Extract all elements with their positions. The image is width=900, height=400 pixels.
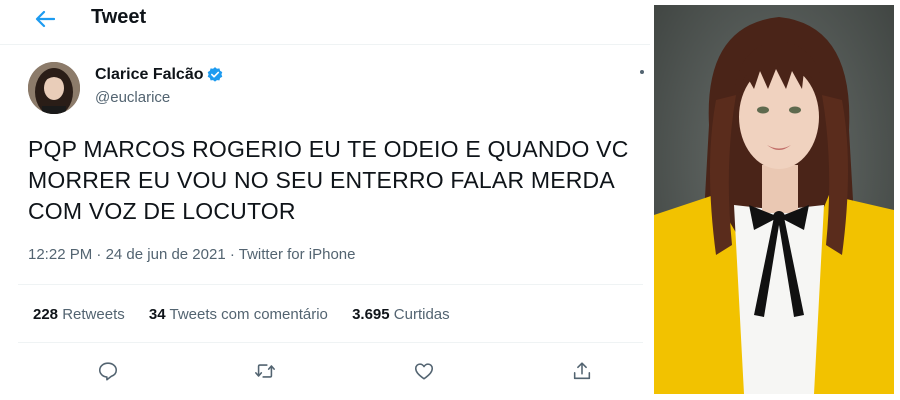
more-options-icon[interactable]	[640, 70, 644, 74]
meta-separator: ·	[229, 246, 235, 263]
like-button[interactable]	[409, 356, 439, 386]
page-title: Tweet	[91, 6, 147, 28]
tweet-stats: 228 Retweets 34 Tweets com comentário 3.…	[33, 306, 470, 323]
back-button[interactable]	[30, 6, 60, 32]
divider	[18, 342, 643, 343]
retweets-count: 228	[33, 306, 59, 323]
likes-count: 3.695	[352, 306, 390, 323]
avatar-image	[28, 62, 80, 114]
reply-button[interactable]	[93, 356, 123, 386]
tweet-text: PQP MARCOS ROGERIO EU TE ODEIO E QUANDO …	[28, 136, 629, 224]
like-icon	[414, 363, 434, 380]
tweet-header: Tweet	[0, 0, 650, 45]
quotes-stat[interactable]: 34 Tweets com comentário	[149, 306, 328, 323]
tweet-source[interactable]: Twitter for iPhone	[239, 246, 356, 263]
verified-badge-icon	[207, 67, 223, 82]
tweet-actions	[0, 356, 650, 386]
tweet-date[interactable]: 24 de jun de 2021	[106, 246, 226, 263]
portrait-image	[654, 5, 894, 394]
retweets-label: Retweets	[62, 306, 125, 323]
author-handle[interactable]: @euclarice	[95, 89, 170, 106]
retweet-button[interactable]	[250, 356, 280, 386]
arrow-left-icon	[35, 10, 55, 28]
meta-separator: ·	[96, 246, 102, 263]
tweet-meta: 12:22 PM · 24 de jun de 2021 · Twitter f…	[28, 246, 355, 263]
share-button[interactable]	[567, 356, 597, 386]
likes-stat[interactable]: 3.695 Curtidas	[352, 306, 450, 323]
tweet-time[interactable]: 12:22 PM	[28, 246, 92, 263]
share-icon	[573, 362, 591, 380]
divider	[18, 284, 643, 285]
retweets-stat[interactable]: 228 Retweets	[33, 306, 125, 323]
tweet-panel: Tweet Clarice Falcão @euclarice PQP MARC…	[0, 0, 650, 400]
avatar[interactable]	[28, 62, 80, 114]
quotes-count: 34	[148, 306, 166, 323]
quotes-label: Tweets com comentário	[169, 306, 328, 323]
likes-label: Curtidas	[393, 306, 450, 323]
author-name[interactable]: Clarice Falcão	[95, 66, 204, 84]
retweet-icon	[255, 364, 275, 378]
reply-icon	[98, 362, 118, 381]
portrait-photo	[654, 5, 894, 394]
